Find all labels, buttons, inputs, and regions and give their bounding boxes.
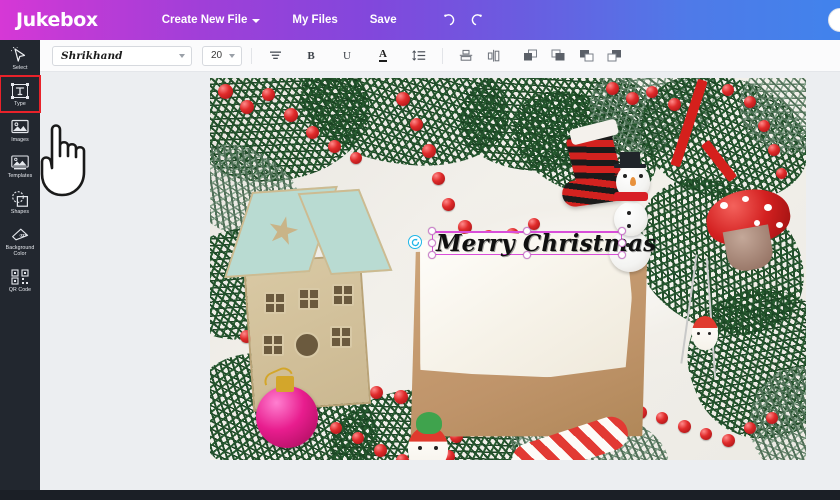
resize-handle-s[interactable] bbox=[523, 251, 531, 259]
text-color-button[interactable]: A bbox=[373, 46, 393, 66]
line-spacing-icon bbox=[412, 50, 426, 61]
align-vertical-button[interactable] bbox=[456, 46, 476, 66]
send-backward-button[interactable] bbox=[576, 46, 596, 66]
nav-my-files-label: My Files bbox=[292, 14, 338, 26]
toolbar-divider bbox=[442, 47, 443, 64]
align-center-icon bbox=[269, 51, 281, 59]
shapes-icon bbox=[10, 190, 30, 207]
sidebar-item-qr-code[interactable]: QR Code bbox=[0, 262, 40, 298]
toolbar-divider bbox=[251, 47, 252, 64]
sidebar-item-select-label: Select bbox=[12, 65, 28, 71]
align-vertical-icon bbox=[459, 49, 473, 61]
template-icon bbox=[10, 154, 30, 171]
history-controls bbox=[439, 12, 487, 28]
resize-handle-se[interactable] bbox=[618, 251, 626, 259]
rotate-icon bbox=[411, 237, 419, 246]
footer-bar bbox=[0, 490, 840, 500]
nav-save[interactable]: Save bbox=[354, 14, 413, 26]
text-format-toolbar: Shrikhand 20 B U A bbox=[40, 40, 840, 72]
redo-icon[interactable] bbox=[471, 12, 487, 28]
image-icon bbox=[10, 118, 30, 135]
bold-glyph: B bbox=[307, 49, 315, 62]
layer-backward-icon bbox=[579, 50, 593, 62]
rotate-handle[interactable] bbox=[408, 235, 422, 249]
nav-create-new-file-label: Create New File bbox=[161, 14, 248, 26]
sidebar-item-type[interactable]: Type bbox=[0, 75, 41, 113]
nav-my-files[interactable]: My Files bbox=[276, 14, 353, 26]
tools-sidebar: Select Type Images Templates Shapes Back… bbox=[0, 40, 41, 490]
canvas-workspace[interactable]: Merry Christmas bbox=[40, 72, 840, 490]
nav-create-new-file[interactable]: Create New File bbox=[146, 14, 277, 26]
sidebar-item-type-label: Type bbox=[14, 101, 26, 107]
cursor-icon bbox=[10, 46, 30, 63]
avatar[interactable] bbox=[828, 8, 840, 32]
font-family-value: Shrikhand bbox=[61, 49, 123, 62]
chevron-down-icon bbox=[179, 53, 185, 58]
undo-icon[interactable] bbox=[439, 12, 455, 28]
sidebar-item-background-color[interactable]: Background Color bbox=[0, 220, 40, 262]
nav-save-label: Save bbox=[369, 14, 397, 26]
chevron-down-icon bbox=[229, 53, 235, 58]
editor-window: Jukebox Create New File My Files Save Sh… bbox=[0, 0, 840, 500]
design-canvas[interactable]: Merry Christmas bbox=[210, 78, 806, 460]
font-size-value: 20 bbox=[211, 50, 223, 61]
sidebar-item-images[interactable]: Images bbox=[0, 112, 40, 148]
bring-to-front-button[interactable] bbox=[520, 46, 540, 66]
align-center-button[interactable] bbox=[265, 46, 285, 66]
bold-button[interactable]: B bbox=[301, 46, 321, 66]
resize-handle-ne[interactable] bbox=[618, 227, 626, 235]
chevron-down-icon bbox=[252, 19, 261, 23]
font-size-select[interactable]: 20 bbox=[202, 45, 242, 66]
sidebar-item-qr-code-label: QR Code bbox=[8, 287, 32, 293]
sidebar-item-templates-label: Templates bbox=[7, 173, 33, 179]
sidebar-item-select[interactable]: Select bbox=[0, 40, 40, 76]
bring-forward-button[interactable] bbox=[548, 46, 568, 66]
sidebar-item-templates[interactable]: Templates bbox=[0, 148, 40, 184]
paint-bucket-icon bbox=[10, 226, 30, 243]
header-nav: Create New File My Files Save bbox=[146, 14, 413, 26]
text-element-selection[interactable]: Merry Christmas bbox=[408, 227, 656, 259]
resize-handle-n[interactable] bbox=[523, 227, 531, 235]
text-box-icon bbox=[10, 82, 30, 99]
sidebar-item-shapes[interactable]: Shapes bbox=[0, 184, 40, 220]
underline-button[interactable]: U bbox=[337, 46, 357, 66]
font-family-select[interactable]: Shrikhand bbox=[52, 45, 192, 66]
sidebar-item-background-color-label-shapes: Shapes bbox=[10, 209, 30, 215]
app-logo[interactable]: Jukebox bbox=[16, 9, 98, 31]
layer-forward-icon bbox=[551, 49, 564, 61]
align-horizontal-button[interactable] bbox=[484, 46, 504, 66]
sidebar-item-background-color-label: Background Color bbox=[5, 245, 35, 257]
qr-code-icon bbox=[10, 268, 30, 285]
layer-front-icon bbox=[523, 49, 537, 61]
layer-back-icon bbox=[607, 50, 621, 62]
sidebar-item-images-label: Images bbox=[11, 137, 29, 143]
align-horizontal-icon bbox=[487, 49, 500, 62]
line-spacing-button[interactable] bbox=[409, 46, 429, 66]
send-to-back-button[interactable] bbox=[604, 46, 624, 66]
text-color-glyph: A bbox=[379, 48, 387, 62]
app-header: Jukebox Create New File My Files Save bbox=[0, 0, 840, 40]
resize-handle-nw[interactable] bbox=[428, 227, 436, 235]
resize-handle-sw[interactable] bbox=[428, 251, 436, 259]
canvas-background-image bbox=[210, 78, 806, 460]
underline-glyph: U bbox=[343, 49, 351, 62]
resize-handle-e[interactable] bbox=[618, 239, 626, 247]
resize-handle-w[interactable] bbox=[428, 239, 436, 247]
